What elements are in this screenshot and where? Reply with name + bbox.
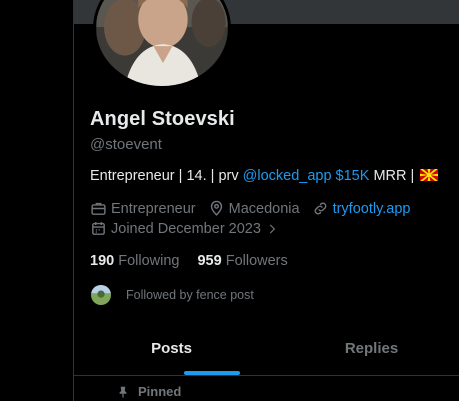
avatar-photo [96, 0, 228, 86]
link-icon [314, 202, 326, 215]
tab-replies[interactable]: Replies [314, 322, 429, 375]
profile-handle: @stoevent [90, 136, 162, 153]
profile-meta-row: Entrepreneur Macedonia tryfootly.app [90, 200, 423, 217]
profile-website[interactable]: tryfootly.app [312, 200, 411, 217]
macedonia-flag-icon [420, 169, 439, 181]
bio-mention-link[interactable]: @locked_app [243, 168, 332, 184]
bio-cashtag-link[interactable]: $15K [332, 168, 370, 184]
profile-tabs: Posts Replies [74, 322, 459, 376]
tab-posts-label: Posts [151, 340, 192, 357]
following-count: 190 [90, 253, 115, 269]
bio-suffix: MRR | [369, 168, 419, 184]
followers-link[interactable]: 959 Followers [197, 253, 305, 269]
following-label: Following [118, 253, 180, 269]
tab-replies-label: Replies [344, 340, 399, 357]
profile-name: Angel Stoevski [90, 108, 235, 130]
following-link[interactable]: 190 Following [90, 253, 197, 269]
website-link[interactable]: tryfootly.app [333, 201, 411, 217]
pin-icon [119, 386, 127, 398]
profile-joined[interactable]: Joined December 2023 [90, 220, 283, 237]
profile-avatar[interactable] [93, 0, 231, 89]
category-label: Entrepreneur [111, 200, 196, 217]
profile-category: Entrepreneur [90, 200, 196, 217]
profile-joined-row: Joined December 2023 [90, 220, 295, 237]
bio-text: Entrepreneur | 14. | prv [90, 168, 243, 184]
tab-posts[interactable]: Posts [114, 322, 240, 375]
follower-avatar [90, 284, 112, 306]
chevron-right-icon [269, 224, 276, 233]
active-tab-indicator [184, 371, 240, 375]
joined-label: Joined December 2023 [111, 220, 261, 237]
pinned-label: Pinned [138, 384, 182, 399]
followed-by-text: Followed by fence post [126, 288, 254, 302]
followers-count: 959 [197, 253, 222, 269]
calendar-icon [92, 222, 105, 235]
briefcase-icon [91, 202, 106, 215]
profile-bio: Entrepreneur | 14. | prv @locked_app $15… [90, 168, 439, 184]
profile-stats: 190 Following 959 Followers [90, 253, 306, 269]
pinned-indicator: Pinned [116, 384, 181, 399]
profile-location: Macedonia [208, 200, 300, 217]
followers-label: Followers [225, 253, 288, 269]
location-label: Macedonia [228, 200, 300, 217]
followed-by-row[interactable]: Followed by fence post [90, 284, 254, 306]
location-pin-icon [210, 200, 222, 216]
